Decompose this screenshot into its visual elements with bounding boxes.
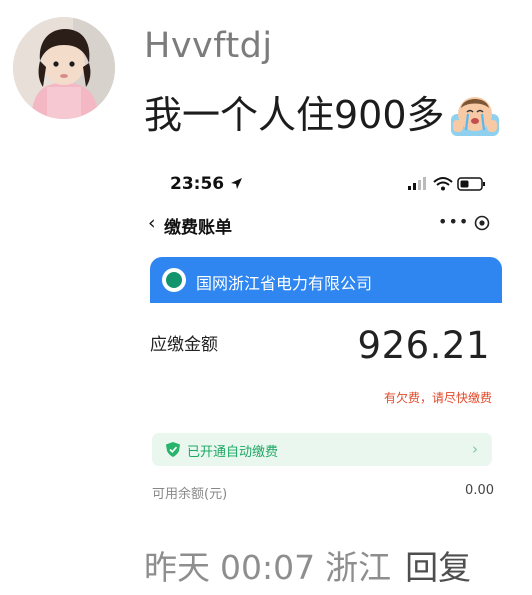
comment-date: 昨天: [144, 548, 210, 587]
nav-title: 缴费账单: [164, 218, 232, 238]
embedded-screenshot: 23:56 ‹ 缴费账单 ••• 国网浙江省电力有限公司 应缴金额 926.21…: [140, 160, 510, 515]
chevron-right-icon: ›: [472, 440, 478, 458]
location-arrow-icon: [231, 178, 243, 189]
reply-button[interactable]: 回复: [405, 548, 471, 587]
comment-location: 浙江: [325, 548, 392, 587]
comment-text-content: 我一个人住900多: [144, 93, 445, 137]
due-amount-value: 926.21: [357, 324, 490, 367]
comment-time: 00:07: [220, 548, 316, 587]
wifi-icon: [433, 177, 453, 191]
overdue-notice: 有欠费，请尽快缴费: [383, 391, 492, 405]
shield-check-icon: [166, 442, 180, 457]
company-card-header: 国网浙江省电力有限公司: [150, 257, 502, 303]
company-name: 国网浙江省电力有限公司: [196, 274, 373, 293]
comment-text: 我一个人住900多: [144, 84, 503, 139]
status-time-text: 23:56: [170, 174, 225, 194]
autopay-row[interactable]: 已开通自动缴费 ›: [152, 433, 492, 466]
back-chevron-icon[interactable]: ‹: [148, 212, 156, 234]
balance-label: 可用余额(元): [152, 487, 228, 502]
comment-meta: 昨天 00:07 浙江 回复: [144, 541, 471, 589]
status-time: 23:56: [170, 174, 243, 194]
signal-icon: [408, 177, 426, 190]
battery-icon: [457, 177, 485, 191]
avatar-image: [13, 17, 115, 119]
autopay-label: 已开通自动缴费: [187, 445, 279, 460]
crying-face-icon: [450, 97, 499, 136]
more-options-icon[interactable]: •••: [438, 212, 469, 231]
avatar[interactable]: [13, 17, 115, 119]
status-icons: [408, 177, 485, 191]
close-miniprogram-icon[interactable]: [474, 215, 490, 231]
comment-username[interactable]: Hvvftdj: [144, 26, 273, 66]
balance-value: 0.00: [465, 483, 494, 498]
due-amount-label: 应缴金额: [150, 335, 218, 355]
state-grid-logo-icon: [162, 268, 186, 292]
